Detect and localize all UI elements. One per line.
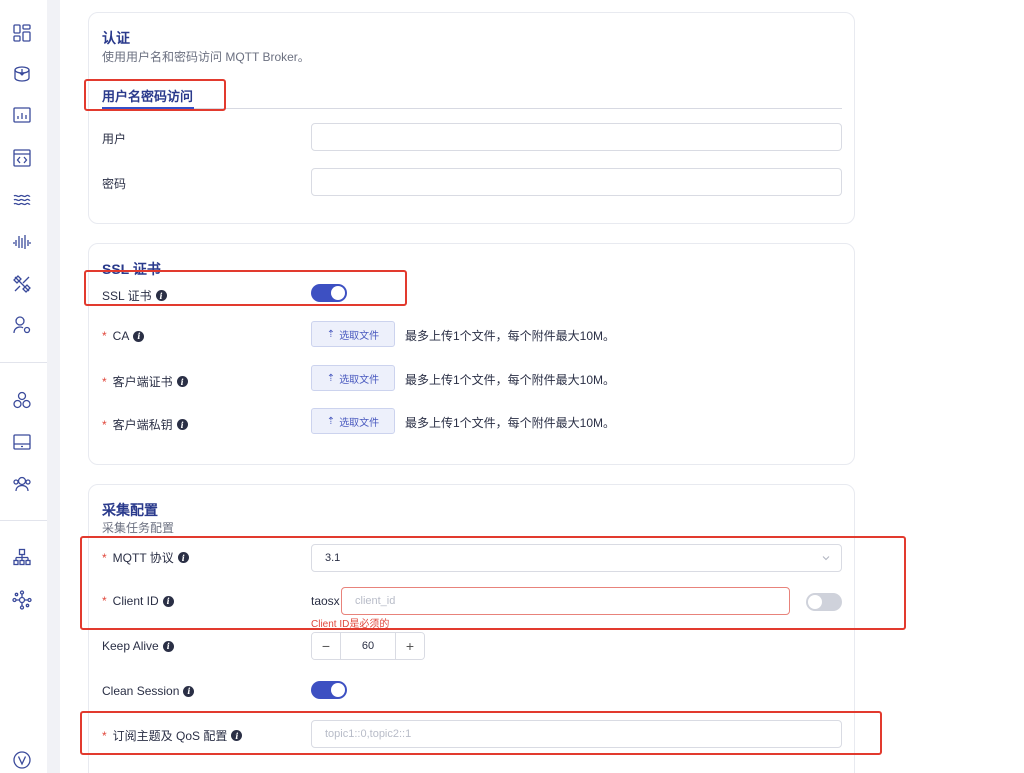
client-key-label: * 客户端私钥 i: [102, 416, 188, 433]
upload-icon: ⇡: [326, 328, 336, 340]
info-icon: i: [133, 330, 145, 342]
info-icon: i: [176, 376, 188, 387]
client-key-upload-hint: 最多上传1个文件，每个附件最大10M。: [405, 416, 616, 430]
clean-session-label: Clean Session i: [102, 684, 195, 698]
password-input[interactable]: [311, 168, 842, 196]
chart-icon[interactable]: [11, 105, 33, 127]
user-input[interactable]: [311, 123, 842, 151]
highlight-box-tab: [84, 79, 226, 111]
info-icon: i: [176, 419, 188, 430]
ca-upload-button[interactable]: ⇡ 选取文件: [311, 321, 395, 347]
clean-session-toggle[interactable]: [311, 681, 347, 699]
highlight-box-ssl: [84, 270, 407, 306]
ca-upload-hint: 最多上传1个文件，每个附件最大10M。: [405, 329, 616, 343]
info-icon: i: [183, 685, 195, 697]
password-label: 密码: [102, 177, 127, 191]
auth-desc: 使用用户名和密码访问 MQTT Broker。: [102, 50, 310, 64]
tools-icon[interactable]: [11, 273, 33, 295]
users-icon[interactable]: [11, 473, 33, 495]
user-label: 用户: [102, 132, 127, 146]
client-cert-label: * 客户端证书 i: [102, 373, 188, 390]
increment-button[interactable]: +: [396, 633, 424, 659]
upload-icon: ⇡: [326, 372, 336, 384]
collect-title: 采集配置: [102, 502, 158, 518]
info-icon: i: [162, 640, 174, 652]
keep-alive-value[interactable]: 60: [340, 633, 396, 659]
client-cert-upload-button[interactable]: ⇡ 选取文件: [311, 365, 395, 391]
code-window-icon[interactable]: [11, 147, 33, 169]
stream-icon[interactable]: [11, 231, 33, 253]
auth-title: 认证: [102, 30, 130, 46]
version-icon[interactable]: [11, 749, 33, 771]
dashboard-icon[interactable]: [11, 22, 33, 44]
panel-icon[interactable]: [11, 431, 33, 453]
cluster-icon[interactable]: [11, 389, 33, 411]
ca-label: * CA i: [102, 329, 145, 343]
network-icon[interactable]: [11, 589, 33, 611]
sidebar-divider: [0, 362, 47, 363]
auth-card: 认证 使用用户名和密码访问 MQTT Broker。 用户名密码访问 用户 密码: [88, 12, 855, 224]
sidebar-divider: [0, 520, 47, 521]
sidebar-edge: [47, 0, 60, 773]
user-settings-icon[interactable]: [11, 314, 33, 336]
sidebar: [0, 0, 47, 773]
waves-icon[interactable]: [11, 189, 33, 211]
highlight-box-protocol-clientid: [80, 536, 906, 630]
decrement-button[interactable]: −: [312, 633, 340, 659]
client-cert-upload-hint: 最多上传1个文件，每个附件最大10M。: [405, 373, 616, 387]
collect-desc: 采集任务配置: [102, 521, 175, 535]
keep-alive-label: Keep Alive i: [102, 639, 174, 653]
highlight-box-topics: [80, 711, 882, 755]
org-tree-icon[interactable]: [11, 547, 33, 569]
client-key-upload-button[interactable]: ⇡ 选取文件: [311, 408, 395, 434]
data-in-icon[interactable]: [11, 63, 33, 85]
keep-alive-stepper[interactable]: − 60 +: [311, 632, 425, 660]
upload-icon: ⇡: [326, 415, 336, 427]
main-content: 认证 使用用户名和密码访问 MQTT Broker。 用户名密码访问 用户 密码…: [60, 0, 1024, 773]
